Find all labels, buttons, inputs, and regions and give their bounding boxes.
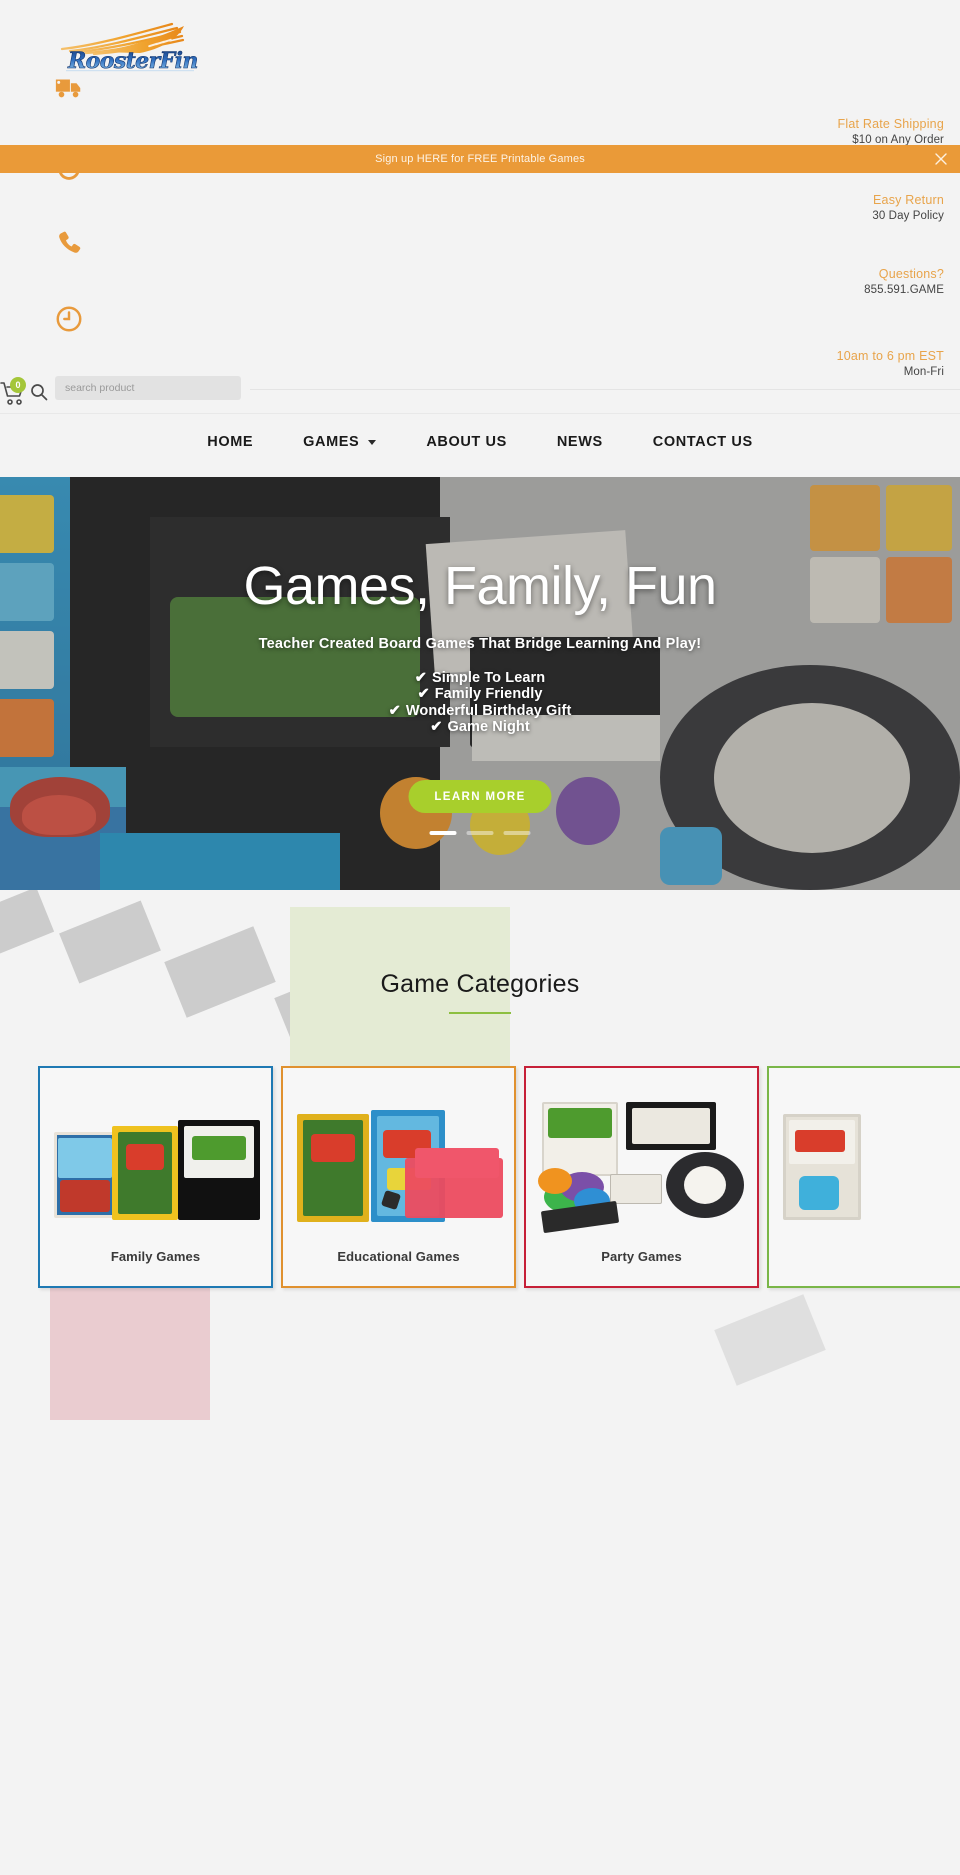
truck-icon: [54, 72, 84, 102]
category-card-label: Educational Games: [337, 1249, 460, 1264]
nav-label: HOME: [207, 434, 254, 450]
roosterfin-logo-icon: RoosterFin: [60, 22, 199, 74]
carousel-dot-2[interactable]: [466, 831, 494, 835]
nav-item-about-us[interactable]: ABOUT US: [401, 434, 532, 450]
learn-more-button[interactable]: LEARN MORE: [408, 780, 552, 813]
main-navigation: HOME GAMES ABOUT US NEWS CONTACT US: [0, 413, 960, 470]
hero-bullet: ✔ Game Night: [0, 719, 960, 735]
category-card-list: Family Games Educational Games Party Gam…: [38, 1066, 960, 1288]
info-flat-rate-shipping: Flat Rate Shipping $10 on Any Order: [838, 116, 944, 148]
close-icon[interactable]: [934, 152, 948, 166]
nav-item-home[interactable]: HOME: [182, 434, 278, 450]
nav-label: GAMES: [303, 434, 360, 450]
hero-bullet-label: Family Friendly: [434, 686, 543, 703]
hero-bullet-label: Simple To Learn: [432, 670, 546, 686]
decorative-shape: [0, 890, 55, 961]
category-card-image: [769, 1096, 960, 1226]
category-card-family-games[interactable]: Family Games: [38, 1066, 273, 1288]
cart-count-badge: 0: [10, 377, 26, 393]
promo-banner[interactable]: Sign up HERE for FREE Printable Games: [0, 145, 960, 173]
cart-button[interactable]: 0: [0, 377, 34, 409]
search-bar-row: 0: [0, 375, 960, 415]
hero-subtitle: Teacher Created Board Games That Bridge …: [258, 636, 702, 652]
info-title: 10am to 6 pm EST: [836, 349, 944, 363]
nav-item-news[interactable]: NEWS: [532, 434, 628, 450]
promo-banner-text: Sign up HERE for FREE Printable Games: [375, 153, 585, 165]
hero-title: Games, Family, Fun: [243, 556, 717, 616]
carousel-indicators: [429, 831, 531, 835]
category-card-next[interactable]: [767, 1066, 960, 1288]
info-sub: 30 Day Policy: [872, 209, 944, 222]
site-header: RoosterFin Flat Rate Shipping $10 on Any…: [0, 0, 960, 470]
phone-icon: [54, 228, 84, 258]
category-card-educational-games[interactable]: Educational Games: [281, 1066, 516, 1288]
check-icon: ✔: [417, 686, 430, 703]
site-logo[interactable]: RoosterFin: [56, 18, 206, 76]
category-card-image: [526, 1096, 757, 1234]
hero-bullet: ✔ Family Friendly: [0, 686, 960, 702]
info-sub: 855.591.GAME: [864, 283, 944, 296]
check-icon: ✔: [414, 670, 427, 686]
info-title: Flat Rate Shipping: [837, 117, 944, 131]
hero-content: Games, Family, Fun Teacher Created Board…: [0, 477, 960, 890]
carousel-dot-3[interactable]: [503, 831, 531, 835]
info-title: Questions?: [878, 267, 944, 281]
carousel-dot-1[interactable]: [429, 831, 457, 835]
heading-underline: [449, 1012, 511, 1014]
search-input[interactable]: [55, 376, 241, 400]
game-categories-section: Game Categories Family Games Educational…: [0, 890, 960, 1875]
hero-carousel: Games, Family, Fun Teacher Created Board…: [0, 477, 960, 890]
info-questions: Questions? 855.591.GAME: [864, 266, 944, 298]
info-easy-return: Easy Return 30 Day Policy: [872, 192, 944, 224]
category-card-image: [283, 1096, 514, 1226]
category-card-image: [40, 1096, 271, 1226]
info-title: Easy Return: [873, 193, 944, 207]
header-divider: [250, 389, 960, 390]
check-icon: ✔: [430, 719, 443, 736]
page-root: RoosterFin Flat Rate Shipping $10 on Any…: [0, 0, 960, 1875]
check-icon: ✔: [388, 702, 401, 719]
hero-bullet: ✔ Wonderful Birthday Gift: [0, 703, 960, 719]
hero-bullet-list: ✔ Simple To Learn ✔ Family Friendly ✔ Wonde…: [0, 670, 960, 736]
nav-item-contact-us[interactable]: CONTACT US: [628, 434, 778, 450]
decorative-shape: [714, 1294, 826, 1386]
category-card-label: Party Games: [601, 1249, 682, 1264]
nav-item-games[interactable]: GAMES: [278, 434, 401, 450]
nav-label: ABOUT US: [426, 434, 507, 450]
clock-icon: [54, 304, 84, 334]
category-card-party-games[interactable]: Party Games: [524, 1066, 759, 1288]
hero-bullet-label: Wonderful Birthday Gift: [405, 702, 572, 719]
hero-bullet: ✔ Simple To Learn: [0, 670, 960, 686]
nav-label: CONTACT US: [652, 434, 753, 450]
hero-bullet-label: Game Night: [447, 719, 530, 736]
category-card-label: Family Games: [110, 1249, 201, 1264]
categories-heading: Game Categories: [380, 970, 580, 998]
search-icon[interactable]: [30, 383, 48, 401]
nav-label: NEWS: [556, 434, 603, 450]
chevron-down-icon: [368, 439, 377, 445]
